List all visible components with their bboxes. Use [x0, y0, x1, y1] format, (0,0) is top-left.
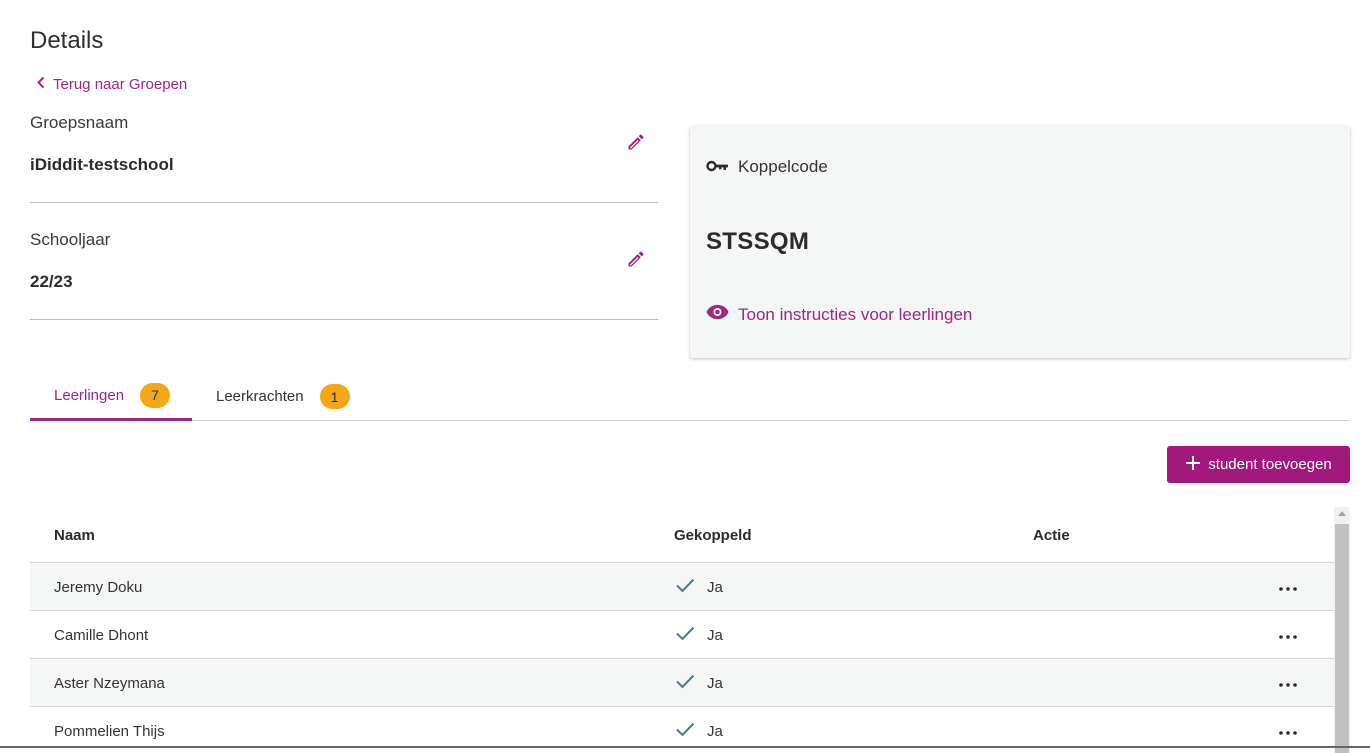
- column-header-action: Actie: [1033, 527, 1070, 544]
- back-to-groups-link[interactable]: Terug naar Groepen: [36, 76, 187, 93]
- linked-status: Ja: [675, 625, 723, 645]
- key-icon: [706, 157, 738, 177]
- tab-label: Leerkrachten: [216, 388, 304, 405]
- linked-text: Ja: [707, 626, 723, 644]
- koppelcode-value: STSSQM: [706, 228, 810, 255]
- table-row: Camille Dhont Ja: [30, 611, 1334, 659]
- check-icon: [675, 577, 707, 597]
- table-header: Naam Gekoppeld Actie: [30, 507, 1334, 563]
- koppelcode-card: Koppelcode STSSQM Toon instructies voor …: [690, 126, 1350, 358]
- count-badge: 1: [319, 384, 350, 409]
- students-table: Naam Gekoppeld Actie Jeremy Doku Ja Cami…: [30, 507, 1334, 753]
- column-header-linked: Gekoppeld: [674, 527, 752, 544]
- add-student-button[interactable]: student toevoegen: [1167, 446, 1350, 483]
- school-year-field: Schooljaar 22/23: [30, 229, 658, 320]
- linked-status: Ja: [675, 673, 723, 693]
- pencil-icon: [626, 249, 646, 274]
- group-name-value: iDiddit-testschool: [30, 155, 174, 174]
- student-name: Camille Dhont: [54, 627, 149, 644]
- linked-text: Ja: [707, 674, 723, 692]
- window-bottom-edge: [0, 746, 1370, 748]
- page-title: Details: [30, 27, 104, 54]
- tabs: Leerlingen 7 Leerkrachten 1: [30, 372, 1350, 421]
- pencil-icon: [626, 132, 646, 157]
- koppelcode-label-row: Koppelcode: [706, 157, 828, 177]
- student-name: Pommelien Thijs: [54, 723, 165, 740]
- show-instructions-link[interactable]: Toon instructies voor leerlingen: [706, 304, 972, 325]
- edit-group-name-button[interactable]: [624, 132, 648, 156]
- tab-label: Leerlingen: [54, 386, 125, 404]
- more-horizontal-icon: [1279, 722, 1297, 740]
- school-year-value: 22/23: [30, 272, 73, 291]
- koppelcode-label: Koppelcode: [738, 157, 828, 176]
- table-row: Jeremy Doku Ja: [30, 563, 1334, 611]
- table-body: Jeremy Doku Ja Camille Dhont Ja Aster Nz…: [30, 563, 1334, 753]
- row-actions-button[interactable]: [1276, 673, 1300, 693]
- more-horizontal-icon: [1279, 626, 1297, 644]
- check-icon: [675, 673, 707, 693]
- column-header-name: Naam: [54, 527, 95, 544]
- row-actions-button[interactable]: [1276, 577, 1300, 597]
- tab-leerlingen[interactable]: Leerlingen 7: [30, 372, 192, 421]
- row-actions-button[interactable]: [1276, 721, 1300, 741]
- student-name: Aster Nzeymana: [54, 675, 165, 692]
- plus-icon: [1185, 455, 1208, 475]
- chevron-left-icon: [36, 76, 53, 93]
- scroll-up-arrow-icon[interactable]: [1338, 511, 1346, 516]
- tab-leerkrachten[interactable]: Leerkrachten 1: [192, 372, 372, 421]
- school-year-label: Schooljaar: [30, 230, 111, 249]
- check-icon: [675, 625, 707, 645]
- eye-icon: [706, 304, 738, 325]
- count-badge: 7: [140, 382, 171, 408]
- back-link-label: Terug naar Groepen: [53, 76, 188, 93]
- more-horizontal-icon: [1279, 674, 1297, 692]
- linked-text: Ja: [707, 722, 723, 740]
- linked-status: Ja: [675, 577, 723, 597]
- show-instructions-label: Toon instructies voor leerlingen: [738, 304, 973, 324]
- more-horizontal-icon: [1279, 578, 1297, 596]
- linked-status: Ja: [675, 721, 723, 741]
- table-scrollbar[interactable]: [1334, 507, 1350, 753]
- table-row: Aster Nzeymana Ja: [30, 659, 1334, 707]
- edit-school-year-button[interactable]: [624, 249, 648, 273]
- group-name-label: Groepsnaam: [30, 113, 129, 132]
- add-student-label: student toevoegen: [1208, 456, 1332, 473]
- linked-text: Ja: [707, 578, 723, 596]
- check-icon: [675, 721, 707, 741]
- row-actions-button[interactable]: [1276, 625, 1300, 645]
- scrollbar-thumb[interactable]: [1335, 524, 1349, 753]
- student-name: Jeremy Doku: [54, 579, 143, 596]
- group-name-field: Groepsnaam iDiddit-testschool: [30, 112, 658, 203]
